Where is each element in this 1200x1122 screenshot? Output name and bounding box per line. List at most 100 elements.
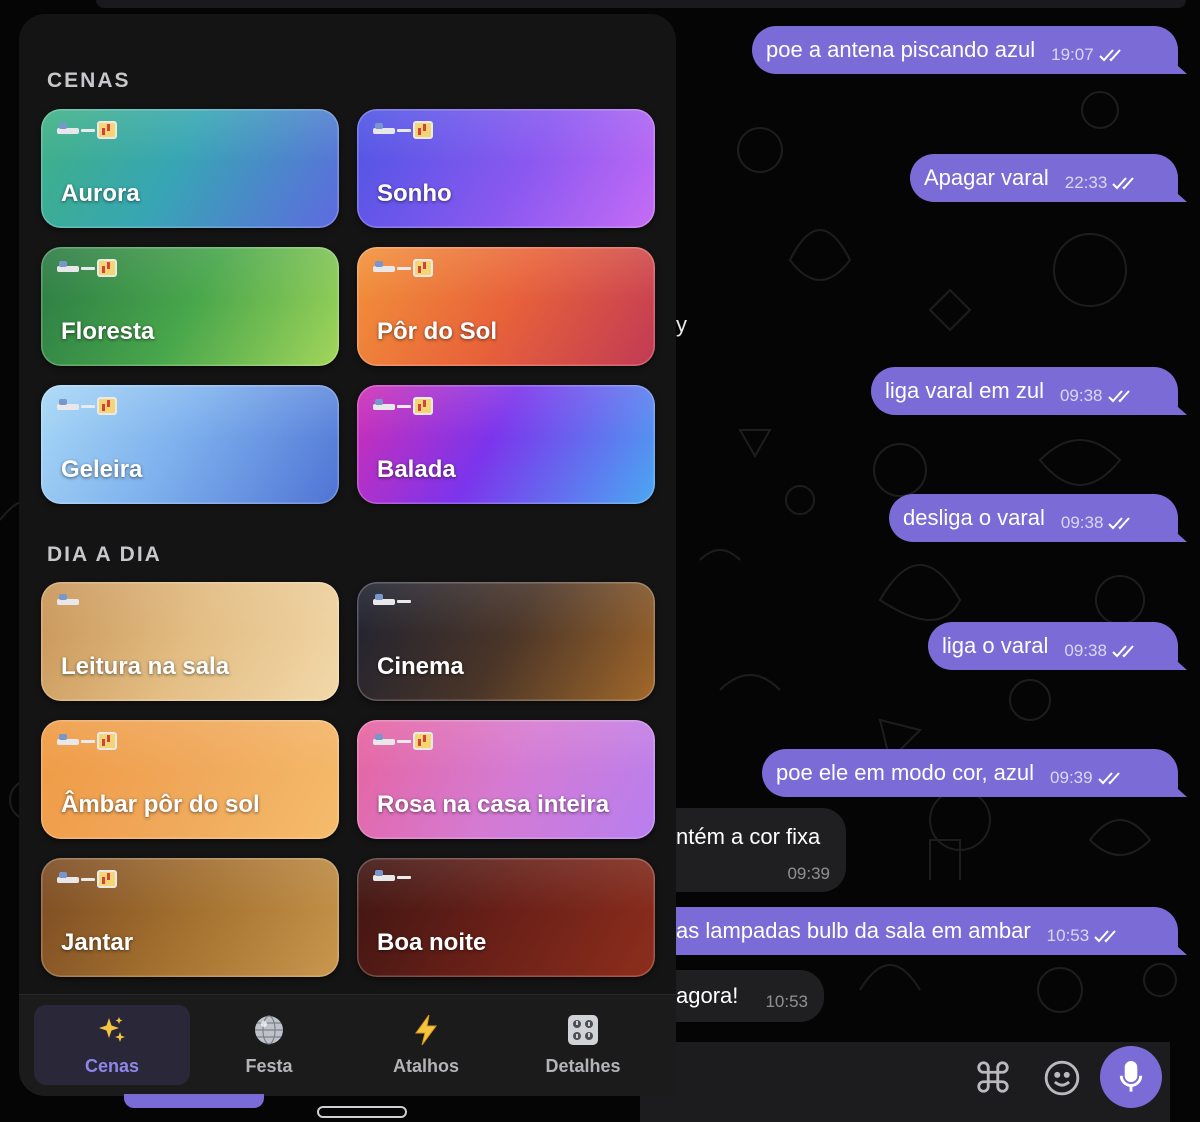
- control-knobs-icon: [567, 1014, 599, 1046]
- bed-icon: [57, 872, 79, 886]
- tab-detalhes[interactable]: Detalhes: [505, 1005, 661, 1085]
- disco-ball-icon: [253, 1014, 285, 1046]
- bed-icon: [373, 734, 395, 748]
- bed-icon: [373, 594, 395, 608]
- tab-bar: Cenas Festa Atalhos Detalhes: [19, 994, 676, 1096]
- microphone-icon: [1119, 1060, 1143, 1092]
- underlying-button-edge: [124, 1094, 264, 1108]
- bed-icon: [373, 123, 395, 137]
- scene-card-floresta[interactable]: Floresta: [41, 247, 339, 366]
- message-time: 09:38: [1059, 386, 1103, 405]
- scene-card-por-do-sol[interactable]: Pôr do Sol: [357, 247, 655, 366]
- scene-device-icons: [57, 594, 79, 608]
- double-check-icon: [1112, 645, 1134, 658]
- outgoing-message[interactable]: Apagar varal 22:33: [910, 154, 1187, 202]
- scene-device-icons: [57, 397, 117, 415]
- scene-device-icons: [57, 259, 117, 277]
- tab-festa[interactable]: Festa: [191, 1005, 347, 1085]
- light-strip-icon: [397, 875, 411, 879]
- light-strip-icon: [397, 739, 411, 743]
- scene-device-icons: [373, 594, 411, 608]
- tab-cenas[interactable]: Cenas: [34, 1005, 190, 1085]
- light-strip-icon: [397, 404, 411, 408]
- outgoing-message[interactable]: desliga o varal 09:38: [889, 494, 1187, 542]
- double-check-icon: [1094, 930, 1116, 943]
- chart-icon: [97, 259, 117, 277]
- section-title-dia-a-dia: DIA A DIA: [47, 543, 162, 566]
- message-text: ntém a cor fixa: [676, 824, 821, 849]
- message-time: 10:53: [765, 992, 808, 1011]
- light-strip-icon: [81, 404, 95, 408]
- outgoing-message[interactable]: as lampadas bulb da sala em ambar 10:53: [636, 907, 1187, 955]
- tab-label: Detalhes: [545, 1055, 621, 1076]
- scene-device-icons: [373, 870, 411, 884]
- scene-card-label: Leitura na sala: [61, 653, 230, 680]
- tab-label: Atalhos: [392, 1055, 459, 1076]
- scene-card-label: Pôr do Sol: [377, 318, 497, 345]
- scene-card-rosa-na-casa-inteira[interactable]: Rosa na casa inteira: [357, 720, 655, 839]
- chart-icon: [413, 732, 433, 750]
- message-composer[interactable]: [640, 1042, 1170, 1122]
- scene-device-icons: [57, 121, 117, 139]
- double-check-icon: [1108, 517, 1131, 530]
- scene-card-balada[interactable]: Balada: [357, 385, 655, 504]
- scene-card-jantar[interactable]: Jantar: [41, 858, 339, 977]
- scene-card-label: Boa noite: [377, 929, 487, 956]
- message-time: 19:07: [1051, 45, 1094, 64]
- chart-icon: [413, 397, 433, 415]
- chat-header-edge: [96, 0, 1186, 8]
- section-title-cenas: CENAS: [47, 69, 131, 92]
- microphone-button[interactable]: [1100, 1046, 1162, 1108]
- message-text: desliga o varal: [903, 505, 1045, 530]
- sparkles-icon: [96, 1014, 128, 1046]
- scene-device-icons: [57, 870, 117, 888]
- bed-icon: [57, 261, 79, 275]
- scene-device-icons: [373, 397, 433, 415]
- light-strip-icon: [81, 877, 95, 881]
- chart-icon: [413, 259, 433, 277]
- tab-label: Festa: [245, 1055, 293, 1076]
- message-time: 09:39: [1050, 768, 1093, 787]
- scene-card-aurora[interactable]: Aurora: [41, 109, 339, 228]
- partial-message-text: y: [676, 312, 687, 337]
- home-indicator[interactable]: [317, 1106, 407, 1118]
- bed-icon: [57, 123, 79, 137]
- scene-card-label: Âmbar pôr do sol: [61, 791, 260, 818]
- message-text: liga varal em zul: [885, 378, 1044, 403]
- bed-icon: [373, 870, 395, 884]
- chart-icon: [97, 870, 117, 888]
- message-text: poe ele em modo cor, azul: [776, 760, 1035, 785]
- light-strip-icon: [397, 128, 411, 132]
- scene-card-label: Floresta: [61, 318, 155, 345]
- light-strip-icon: [81, 128, 95, 132]
- tab-atalhos[interactable]: Atalhos: [348, 1005, 504, 1085]
- command-icon[interactable]: [972, 1056, 1014, 1098]
- scene-card-label: Balada: [377, 456, 456, 483]
- double-check-icon: [1098, 49, 1121, 62]
- scene-card-cinema[interactable]: Cinema: [357, 582, 655, 701]
- double-check-icon: [1107, 390, 1130, 403]
- outgoing-message[interactable]: liga o varal 09:38: [928, 622, 1187, 670]
- scene-card-label: Cinema: [377, 653, 464, 680]
- scene-card-label: Jantar: [61, 929, 134, 956]
- emoji-icon[interactable]: [1040, 1056, 1084, 1100]
- chart-icon: [97, 732, 117, 750]
- scene-card-label: Sonho: [377, 180, 452, 207]
- message-text: as lampadas bulb da sala em ambar: [676, 918, 1031, 943]
- light-strip-icon: [81, 266, 95, 270]
- chart-icon: [97, 397, 117, 415]
- scene-card-sonho[interactable]: Sonho: [357, 109, 655, 228]
- scene-card-boa-noite[interactable]: Boa noite: [357, 858, 655, 977]
- outgoing-message[interactable]: liga varal em zul 09:38: [871, 367, 1187, 415]
- double-check-icon: [1097, 772, 1120, 785]
- message-time: 09:39: [787, 864, 830, 883]
- scene-card-ambar-por-do-sol[interactable]: Âmbar pôr do sol: [41, 720, 339, 839]
- scene-card-geleira[interactable]: Geleira: [41, 385, 339, 504]
- double-check-icon: [1112, 177, 1135, 190]
- outgoing-message[interactable]: poe ele em modo cor, azul 09:39: [762, 749, 1187, 797]
- outgoing-message[interactable]: poe a antena piscando azul 19:07: [752, 26, 1187, 74]
- scene-card-leitura-na-sala[interactable]: Leitura na sala: [41, 582, 339, 701]
- scene-card-label: Rosa na casa inteira: [377, 791, 610, 818]
- message-time: 09:38: [1064, 641, 1107, 660]
- message-text: agora!: [676, 983, 739, 1008]
